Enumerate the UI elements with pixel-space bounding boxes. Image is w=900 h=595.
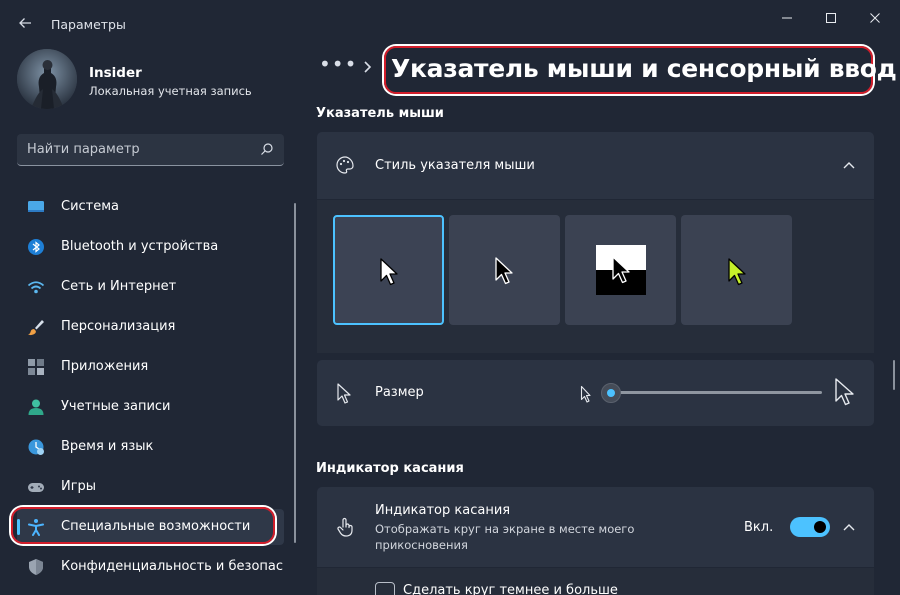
chevron-right-icon <box>364 61 372 73</box>
gamepad-icon <box>28 483 44 492</box>
user-name: Insider <box>89 65 142 81</box>
user-account-type: Локальная учетная запись <box>89 84 252 98</box>
pointer-style-header[interactable]: Стиль указателя мыши <box>317 132 874 199</box>
sidebar-item-personalization[interactable]: Персонализация <box>17 309 284 345</box>
pointer-style-white[interactable] <box>333 215 444 325</box>
sidebar-item-label: Время и язык <box>61 439 154 454</box>
maximize-button[interactable] <box>809 6 853 30</box>
sidebar-scrollbar[interactable] <box>294 203 296 543</box>
palette-icon <box>336 156 354 174</box>
section-title-mouse-pointer: Указатель мыши <box>316 106 444 121</box>
wifi-icon <box>27 281 45 294</box>
sidebar-item-system[interactable]: Система <box>17 189 284 225</box>
sidebar-item-label: Персонализация <box>61 319 176 334</box>
sidebar-item-bluetooth[interactable]: Bluetooth и устройства <box>17 229 284 265</box>
clock-globe-icon <box>28 439 44 455</box>
sidebar-item-gaming[interactable]: Игры <box>17 469 284 505</box>
shield-icon <box>29 559 43 575</box>
pointer-style-label: Стиль указателя мыши <box>375 158 535 173</box>
minimize-button[interactable] <box>765 6 809 30</box>
content-scrollbar[interactable] <box>893 360 895 390</box>
touch-indicator-description: Отображать круг на экране в месте моего … <box>375 522 635 552</box>
sidebar-item-label: Конфиденциальность и безопас <box>61 559 284 574</box>
apps-icon <box>28 359 44 375</box>
sidebar-item-label: Bluetooth и устройства <box>61 239 219 254</box>
sidebar-item-label: Сеть и Интернет <box>61 279 177 294</box>
app-title: Параметры <box>51 17 126 32</box>
page-title: Указатель мыши и сенсорный ввод <box>391 54 897 83</box>
bluetooth-icon <box>28 239 44 255</box>
sidebar-item-label: Приложения <box>61 359 149 374</box>
chevron-up-icon[interactable] <box>842 521 856 533</box>
sidebar-item-accounts[interactable]: Учетные записи <box>17 389 284 425</box>
monitor-icon <box>28 201 44 212</box>
sidebar-item-time-language[interactable]: Время и язык <box>17 429 284 465</box>
sidebar-item-privacy[interactable]: Конфиденциальность и безопас <box>17 549 284 585</box>
sidebar-item-label: Игры <box>61 479 97 494</box>
title-bar: Параметры <box>0 0 900 40</box>
maximize-icon <box>826 13 836 23</box>
pointer-icon <box>337 383 351 404</box>
black-cursor-icon <box>495 257 513 285</box>
sidebar-item-label: Учетные записи <box>61 399 171 414</box>
pointer-size-slider-track[interactable] <box>610 391 822 394</box>
custom-cursor-icon <box>728 258 746 286</box>
sidebar-item-network[interactable]: Сеть и Интернет <box>17 269 284 305</box>
pointer-style-black[interactable] <box>449 215 560 325</box>
toggle-state-label: Вкл. <box>744 520 774 535</box>
darker-circle-label: Сделать круг темнее и больше <box>403 583 618 595</box>
search-placeholder: Найти параметр <box>27 142 140 157</box>
close-button[interactable] <box>853 6 897 30</box>
user-avatar-image <box>17 49 77 109</box>
pointer-size-label: Размер <box>375 385 424 400</box>
search-icon <box>261 143 273 155</box>
close-icon <box>870 13 880 23</box>
darker-circle-checkbox[interactable] <box>375 582 395 595</box>
search-input[interactable]: Найти параметр <box>17 134 284 166</box>
minimize-icon <box>782 17 792 19</box>
pointer-style-inverted[interactable] <box>565 215 676 325</box>
back-button[interactable] <box>14 14 36 36</box>
sidebar-item-label: Система <box>61 199 120 214</box>
brush-icon <box>28 320 44 336</box>
small-pointer-icon <box>580 385 591 403</box>
highlight-annotation <box>11 507 275 544</box>
pointer-style-custom[interactable] <box>681 215 792 325</box>
chevron-up-icon[interactable] <box>842 159 856 171</box>
touch-icon <box>337 517 353 537</box>
sidebar-item-apps[interactable]: Приложения <box>17 349 284 385</box>
person-icon <box>28 399 44 415</box>
inverted-cursor-icon <box>596 245 646 295</box>
arrow-left-icon <box>19 18 31 28</box>
section-title-touch-indicator: Индикатор касания <box>316 461 464 476</box>
touch-indicator-title: Индикатор касания <box>375 503 511 518</box>
touch-indicator-toggle[interactable] <box>790 517 830 537</box>
white-cursor-icon <box>380 258 398 286</box>
pointer-size-slider-thumb[interactable] <box>601 383 621 403</box>
breadcrumb-overflow-button[interactable]: ••• <box>319 52 357 76</box>
avatar[interactable] <box>17 49 77 109</box>
large-pointer-icon <box>835 378 854 406</box>
